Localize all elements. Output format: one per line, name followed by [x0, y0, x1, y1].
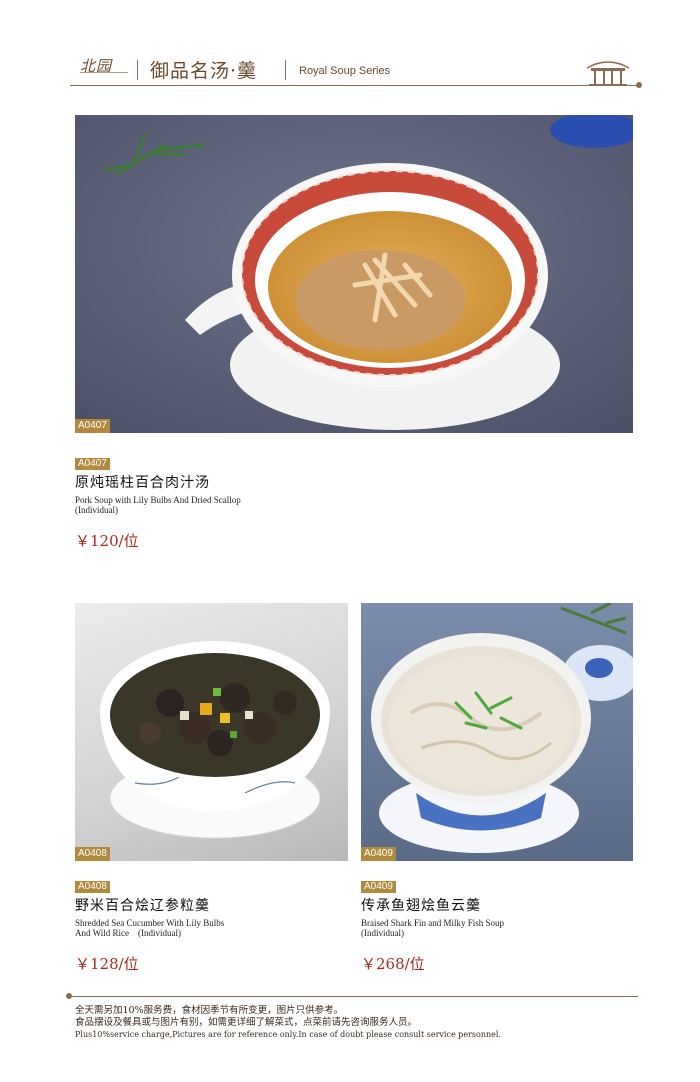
- pavilion-icon: [586, 61, 630, 86]
- item-name-cn: 原炖瑶柱百合肉汁汤: [75, 475, 210, 491]
- footer-rule: [70, 996, 638, 997]
- header-divider: [285, 60, 286, 80]
- item-price: ￥128/位: [75, 955, 139, 973]
- photo-code-tag: A0409: [361, 847, 396, 861]
- item-name-en: Braised Shark Fin and Milky Fish Soup (I…: [361, 918, 505, 938]
- section-title-en: Royal Soup Series: [299, 65, 391, 77]
- footer-note-line: 全天需另加10%服务费，食材因季节有所变更，图片只供参考。: [75, 1005, 344, 1016]
- sea-cucumber-bowl-illustration: [100, 641, 330, 839]
- section-title-cn: 御品名汤·羹: [150, 60, 258, 82]
- header-divider: [137, 60, 138, 80]
- dish-photo-a0407: A0407: [75, 115, 633, 433]
- dish-photo-a0408: A0408: [75, 603, 348, 861]
- item-price: ￥120/位: [75, 532, 139, 550]
- item-name-en: Shredded Sea Cucumber With Lily Bulbs An…: [75, 918, 225, 938]
- header-rule-dot: [636, 82, 642, 88]
- menu-item-a0409: A0409 传承鱼翅烩鱼云羹 Braised Shark Fin and Mil…: [361, 874, 633, 974]
- menu-item-a0407: A0407 原炖瑶柱百合肉汁汤 Pork Soup with Lily Bulb…: [75, 451, 475, 551]
- footer-note-line-en: Plus10%service charge,Pictures are for r…: [75, 1030, 501, 1039]
- item-code: A0407: [75, 458, 110, 470]
- item-code: A0408: [75, 881, 110, 893]
- item-name-cn: 传承鱼翅烩鱼云羹: [361, 898, 481, 914]
- photo-code-tag: A0408: [75, 847, 110, 861]
- dish-photo-a0409: A0409: [361, 603, 633, 861]
- page-header: 北园 御品名汤·羹 Royal Soup Series: [0, 0, 700, 100]
- item-code: A0409: [361, 881, 396, 893]
- item-name-cn: 野米百合烩辽参粒羹: [75, 898, 210, 914]
- soup-bowl-illustration: [75, 115, 633, 433]
- photo-code-tag: A0407: [75, 419, 110, 433]
- logo-underline: [80, 72, 128, 77]
- item-name-en: Pork Soup with Lily Bulbs And Dried Scal…: [75, 495, 241, 515]
- header-rule: [70, 85, 638, 86]
- item-price: ￥268/位: [361, 955, 425, 973]
- shark-fin-bowl-illustration: [361, 603, 633, 861]
- footer-notes: 全天需另加10%服务费，食材因季节有所变更，图片只供参考。 食品摆设及餐具或与图…: [75, 1005, 501, 1041]
- menu-item-a0408: A0408 野米百合烩辽参粒羹 Shredded Sea Cucumber Wi…: [75, 874, 348, 974]
- footer-note-line: 食品摆设及餐具或与图片有别，如需更详细了解菜式，点菜前请先咨询服务人员。: [75, 1017, 418, 1028]
